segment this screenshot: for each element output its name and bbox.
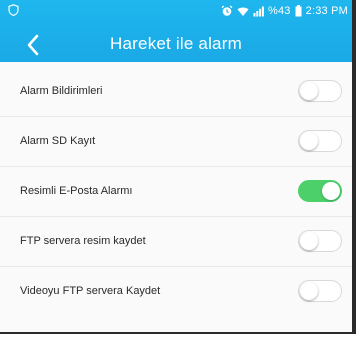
email-alarm-toggle[interactable]: [298, 180, 342, 202]
toggle-knob: [300, 82, 318, 100]
status-time: 2:33 PM: [305, 5, 348, 17]
signal-icon: [253, 6, 264, 17]
setting-label: Videoyu FTP servera Kaydet: [20, 285, 161, 297]
setting-label: Alarm Bildirimleri: [20, 85, 103, 97]
settings-list: Alarm Bildirimleri Alarm SD Kayıt Resiml…: [0, 66, 352, 316]
toggle-knob: [322, 182, 340, 200]
setting-label: FTP servera resim kaydet: [20, 235, 146, 247]
status-bar: %43 2:33 PM: [0, 0, 352, 28]
setting-row-email-alarm: Resimli E-Posta Alarmı: [0, 166, 352, 216]
setting-row-ftp-video: Videoyu FTP servera Kaydet: [0, 266, 352, 316]
shield-icon: [8, 4, 20, 17]
setting-row-alarm-notifications: Alarm Bildirimleri: [0, 66, 352, 116]
alarm-clock-icon: [221, 5, 233, 17]
toggle-knob: [300, 132, 318, 150]
nav-bar: Hareket ile alarm: [0, 28, 352, 62]
app-screen: %43 2:33 PM Hareket ile alarm Alarm Bild…: [0, 0, 356, 334]
alarm-notifications-toggle[interactable]: [298, 80, 342, 102]
setting-row-alarm-sd-record: Alarm SD Kayıt: [0, 116, 352, 166]
status-indicators: %43 2:33 PM: [221, 5, 348, 17]
toggle-knob: [300, 232, 318, 250]
app-header: %43 2:33 PM Hareket ile alarm: [0, 0, 352, 62]
page-title: Hareket ile alarm: [110, 34, 242, 53]
ftp-picture-toggle[interactable]: [298, 230, 342, 252]
toggle-knob: [300, 282, 318, 300]
setting-label: Resimli E-Posta Alarmı: [20, 185, 133, 197]
setting-row-ftp-picture: FTP servera resim kaydet: [0, 216, 352, 266]
wifi-icon: [237, 6, 249, 17]
setting-label: Alarm SD Kayıt: [20, 135, 96, 147]
battery-percentage: %43: [268, 5, 291, 17]
ftp-video-toggle[interactable]: [298, 280, 342, 302]
alarm-sd-record-toggle[interactable]: [298, 130, 342, 152]
battery-icon: [295, 5, 302, 17]
